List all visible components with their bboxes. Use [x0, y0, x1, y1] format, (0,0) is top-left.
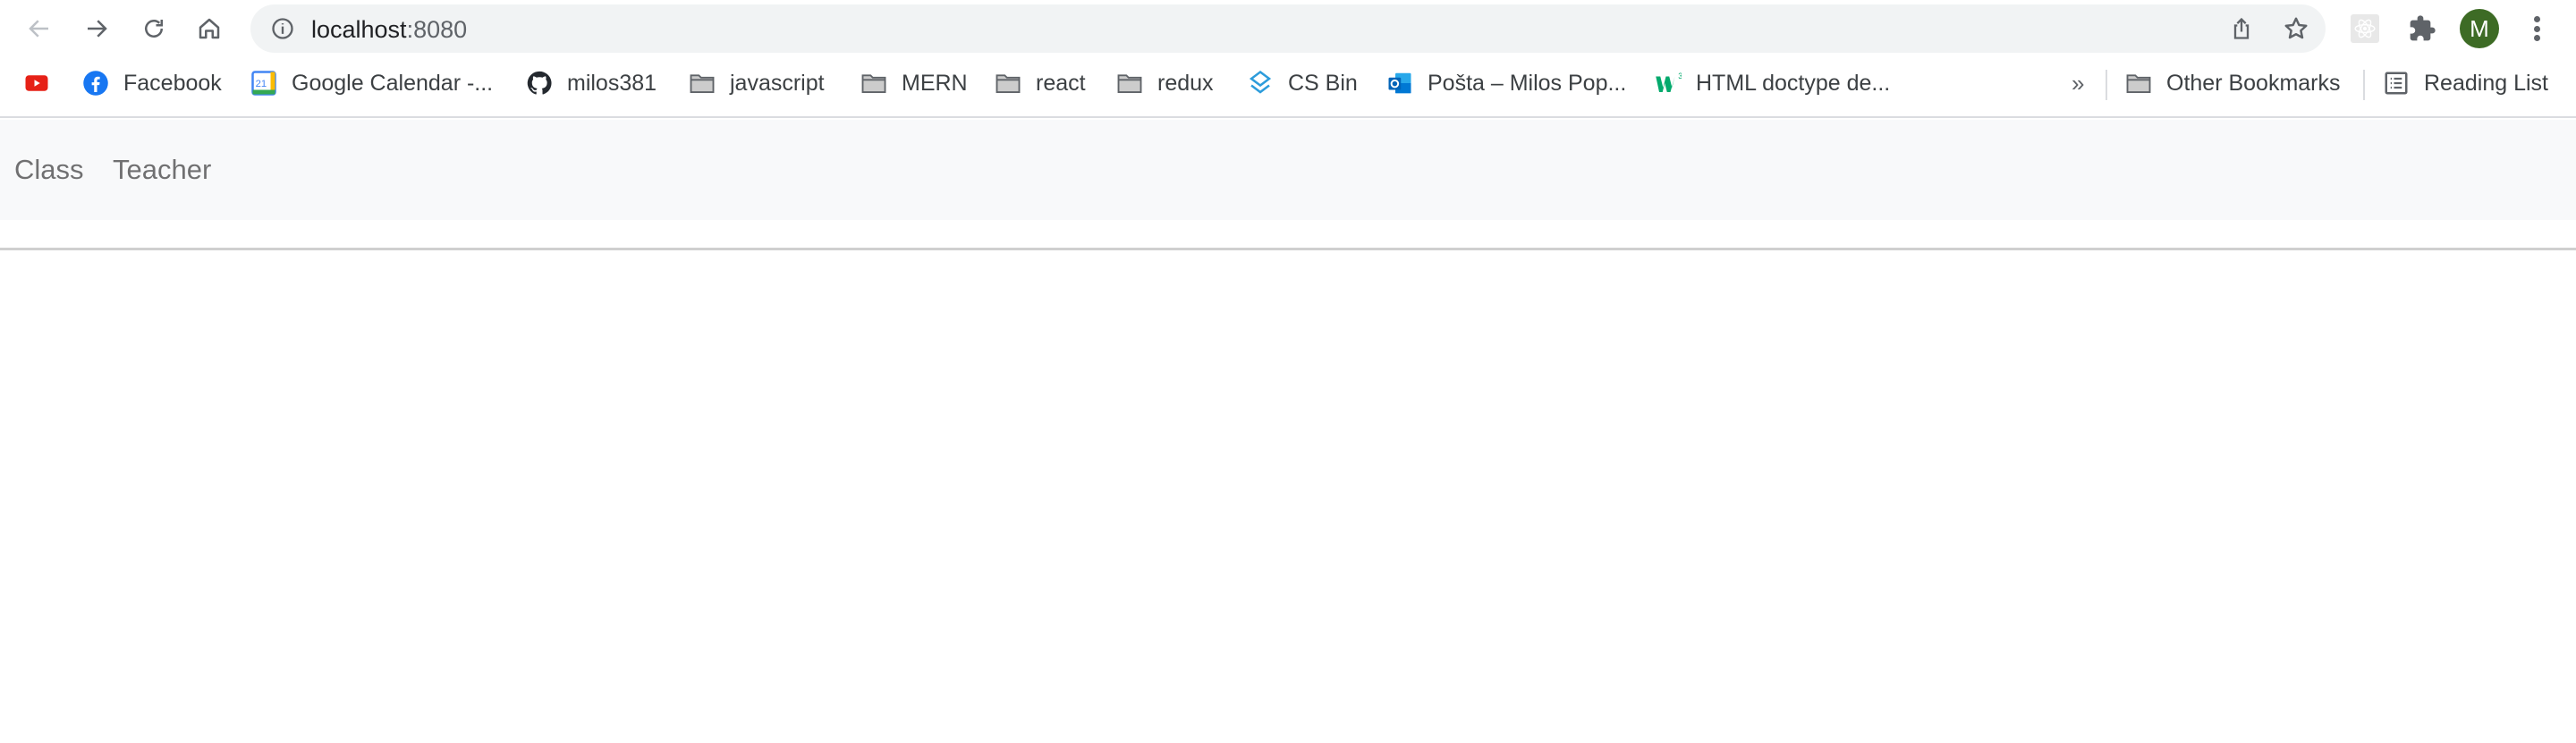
share-icon[interactable]: [2229, 16, 2254, 41]
bookmark-label: redux: [1157, 70, 1214, 96]
profile-avatar[interactable]: M: [2460, 9, 2499, 48]
facebook-icon: [82, 70, 109, 97]
puzzle-icon[interactable]: [2408, 14, 2436, 43]
folder-icon: [860, 70, 887, 97]
bookmark-folder-javascript[interactable]: javascript: [689, 68, 825, 98]
bookmarks-divider: [2363, 70, 2365, 100]
arrow-left-icon: [29, 20, 48, 38]
bookmarks-overflow-chevron[interactable]: »: [2072, 70, 2084, 97]
youtube-icon: [23, 70, 50, 97]
arrow-right-icon: [88, 20, 107, 38]
bookmark-csbin[interactable]: CS Bin: [1247, 68, 1358, 98]
bookmark-other-bookmarks[interactable]: Other Bookmarks: [2125, 68, 2341, 98]
reading-list-label: Reading List: [2424, 70, 2548, 96]
bookmark-label: react: [1036, 70, 1086, 96]
bookmark-facebook[interactable]: Facebook: [82, 68, 222, 98]
bookmark-label: milos381: [567, 70, 657, 96]
nav-link-class[interactable]: Class: [14, 152, 84, 188]
bookmark-label: Pošta – Milos Pop...: [1428, 70, 1627, 96]
back-button[interactable]: [21, 11, 57, 46]
folder-icon: [2125, 70, 2152, 97]
svg-text:21: 21: [256, 79, 267, 89]
reading-list-icon: [2383, 70, 2410, 97]
outlook-icon: [1386, 70, 1413, 97]
home-button[interactable]: [191, 11, 227, 46]
app-navbar: Class Teacher: [0, 120, 2576, 220]
bookmark-folder-mern[interactable]: MERN: [860, 68, 968, 98]
url-text[interactable]: localhost:8080: [311, 17, 467, 42]
github-icon: [526, 70, 553, 97]
bookmark-folder-redux[interactable]: redux: [1116, 68, 1214, 98]
reload-button[interactable]: [136, 11, 172, 46]
forward-button[interactable]: [79, 11, 114, 46]
browser-toolbar: localhost:8080 M: [0, 0, 2576, 57]
google-calendar-icon: 21: [250, 70, 277, 97]
reload-icon: [145, 20, 163, 38]
nav-link-teacher[interactable]: Teacher: [113, 152, 211, 188]
bookmark-github[interactable]: milos381: [526, 68, 657, 98]
url-port: :8080: [406, 16, 468, 43]
bookmark-youtube[interactable]: [23, 68, 64, 98]
bookmark-label: CS Bin: [1288, 70, 1358, 96]
react-icon: [2354, 19, 2376, 38]
info-icon[interactable]: [270, 16, 295, 41]
bookmarks-divider: [2106, 70, 2107, 100]
main-content-area: [0, 250, 2576, 743]
w3schools-icon: 3: [1655, 70, 1682, 97]
star-icon[interactable]: [2283, 15, 2309, 42]
bookmark-w3schools[interactable]: 3 HTML doctype de...: [1655, 68, 1890, 98]
csbin-icon: [1247, 70, 1274, 97]
svg-text:3: 3: [1678, 72, 1682, 80]
folder-icon: [995, 70, 1021, 97]
bookmark-label: Google Calendar -...: [292, 70, 494, 96]
bookmark-outlook[interactable]: Pošta – Milos Pop...: [1386, 68, 1626, 98]
url-host: localhost: [311, 16, 407, 43]
folder-icon: [689, 70, 716, 97]
bookmark-label: Facebook: [123, 70, 222, 96]
bookmark-label: MERN: [902, 70, 968, 96]
bookmark-label: HTML doctype de...: [1696, 70, 1891, 96]
folder-icon: [1116, 70, 1143, 97]
kebab-menu-icon[interactable]: [2528, 13, 2546, 45]
address-bar[interactable]: localhost:8080: [250, 4, 2326, 53]
reading-list-button[interactable]: Reading List: [2383, 68, 2548, 98]
bookmarks-bar: Facebook 21 Google Calendar -... milos38…: [0, 57, 2576, 118]
bookmark-google-calendar[interactable]: 21 Google Calendar -...: [250, 68, 493, 98]
home-icon: [199, 18, 220, 39]
bookmark-folder-react[interactable]: react: [995, 68, 1086, 98]
bookmark-label: javascript: [730, 70, 825, 96]
bookmark-label: Other Bookmarks: [2166, 70, 2341, 96]
react-devtools-extension[interactable]: [2351, 14, 2379, 43]
